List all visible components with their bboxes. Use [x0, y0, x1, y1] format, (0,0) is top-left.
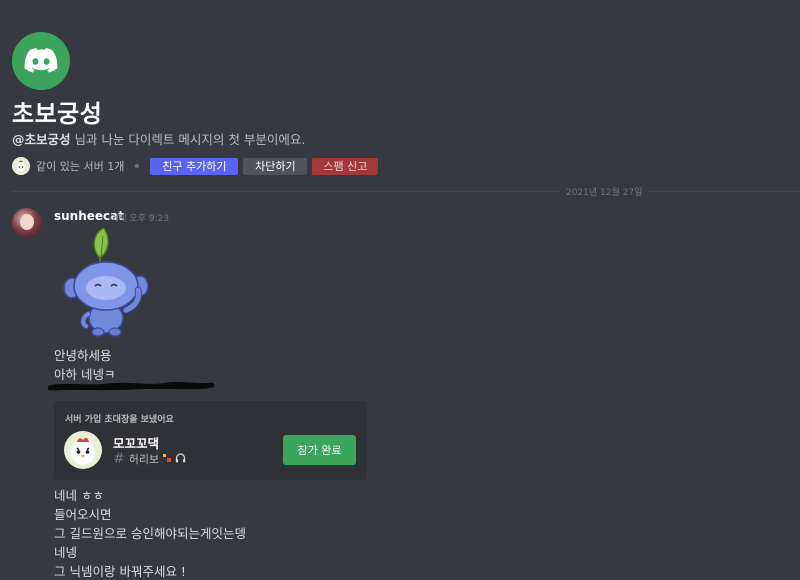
- invite-channel-row: # 허리보: [113, 451, 186, 467]
- wumpus-sticker: [60, 227, 154, 340]
- invite-server-name[interactable]: 모꼬꼬댁: [113, 433, 159, 452]
- date-divider-label: 2021년 12월 27일: [560, 185, 649, 198]
- message-line: 네네 ㅎㅎ: [54, 488, 104, 503]
- dm-subtitle-handle: @초보궁성: [12, 132, 71, 147]
- block-button[interactable]: 차단하기: [243, 157, 308, 175]
- message-line: 네넹: [54, 545, 78, 560]
- discord-logo-icon: [12, 32, 70, 90]
- dm-intro: [12, 32, 70, 90]
- mutual-servers-link[interactable]: 같이 있는 서버 1개: [36, 158, 124, 174]
- dm-subtitle: @초보궁성 님과 나눈 다이렉트 메시지의 첫 부분이에요.: [12, 129, 305, 148]
- invite-channel-name: 허리보: [128, 453, 160, 466]
- dm-title: 초보궁성: [12, 100, 103, 128]
- server-invite-card: 서버 가입 초대장을 보냈어요 모꼬꼬댁 # 허리보 참가 완료: [54, 401, 367, 480]
- separator-dot: [135, 164, 140, 168]
- add-friend-button[interactable]: 친구 추가하기: [150, 157, 239, 175]
- message-timestamp: 어제 오후 9:23: [110, 214, 170, 224]
- message-line: 그 닉넴이랑 바꿔주세요 !: [54, 564, 186, 579]
- chicken-server-icon[interactable]: [64, 431, 102, 469]
- joined-button[interactable]: 참가 완료: [283, 435, 356, 465]
- dm-subtitle-text: 님과 나눈 다이렉트 메시지의 첫 부분이에요.: [70, 132, 306, 147]
- avatar[interactable]: [12, 208, 42, 238]
- report-spam-button[interactable]: 스팸 신고: [312, 157, 379, 175]
- hash-icon: #: [113, 451, 125, 467]
- date-divider: [12, 191, 800, 192]
- message-line: 그 길드원으로 승인해야되는게잇는뎅: [54, 526, 246, 541]
- chicken-mini-icon: [162, 453, 172, 466]
- intro-actions: 같이 있는 서버 1개 친구 추가하기 차단하기 스팸 신고: [12, 156, 383, 176]
- headphones-icon: [175, 452, 186, 466]
- invite-header: 서버 가입 초대장을 보냈어요: [65, 415, 174, 425]
- mutual-server-icon[interactable]: [12, 157, 30, 175]
- message-line: 안녕하세용: [54, 348, 112, 363]
- redacted-scribble: [48, 381, 214, 391]
- message-line: 들어오시면: [54, 507, 112, 522]
